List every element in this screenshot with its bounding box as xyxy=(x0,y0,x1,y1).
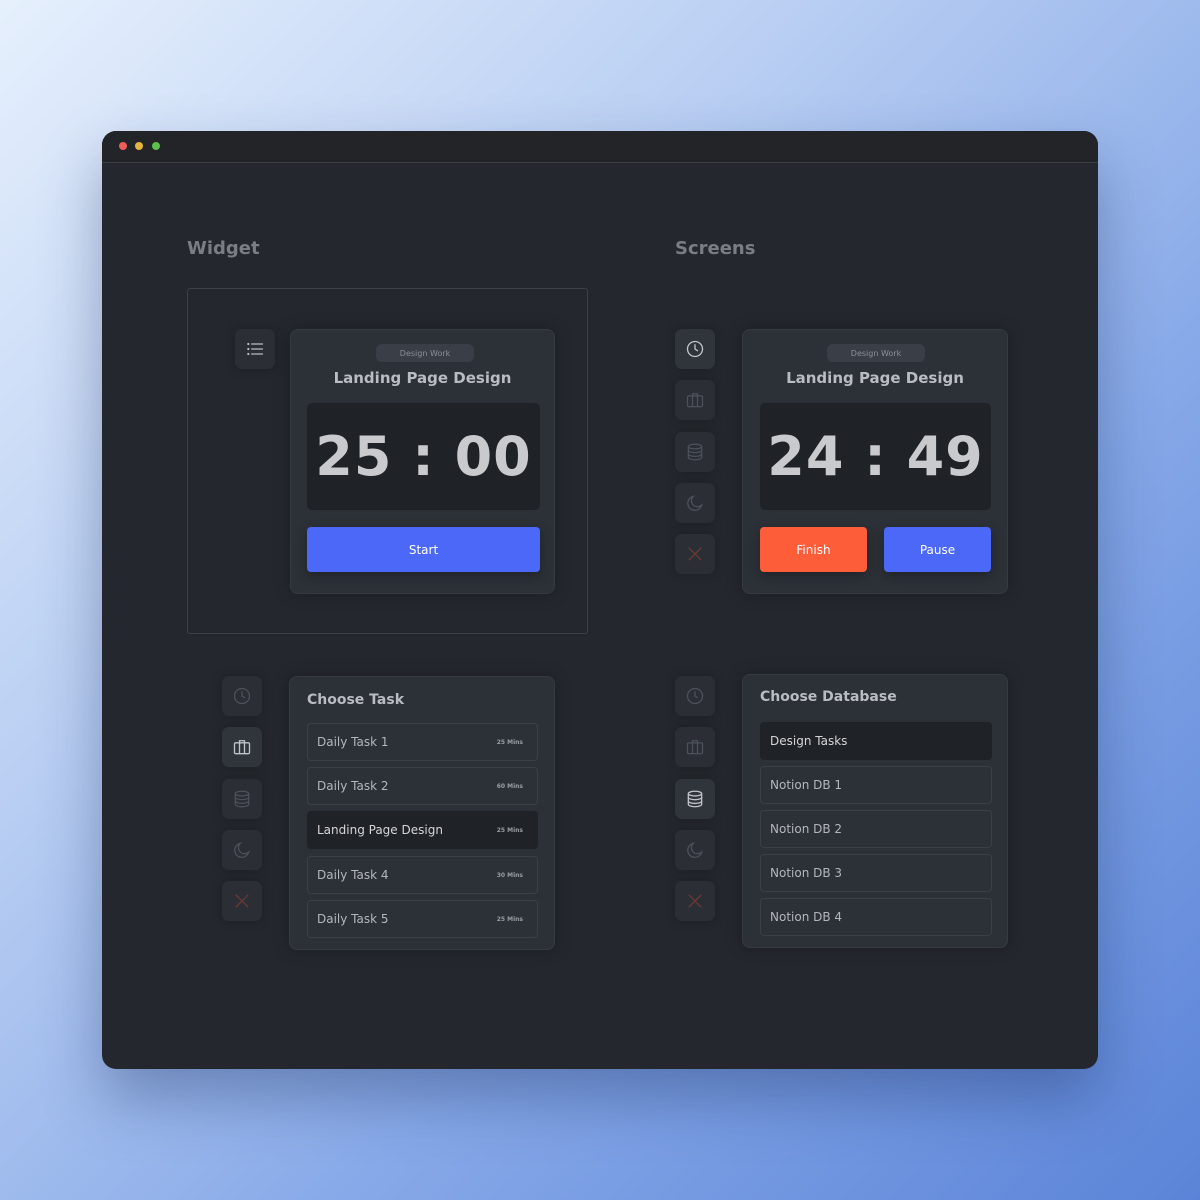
panel-title: Choose Database xyxy=(760,689,897,705)
title-bar xyxy=(102,131,1098,163)
task-item[interactable]: Daily Task 1 25 Mins xyxy=(307,723,538,761)
database-label: Design Tasks xyxy=(770,734,848,748)
screens-section-title: Screens xyxy=(675,238,756,259)
minimize-window-button[interactable] xyxy=(135,142,143,150)
sidebar-tasks-button[interactable] xyxy=(675,380,715,420)
sidebar-theme-button[interactable] xyxy=(675,830,715,870)
task-item[interactable]: Daily Task 5 25 Mins xyxy=(307,900,538,938)
briefcase-icon xyxy=(686,740,704,755)
task-label: Daily Task 2 xyxy=(317,779,389,793)
sidebar-tasks-button[interactable] xyxy=(222,727,262,767)
close-icon xyxy=(688,894,702,908)
sidebar-tasks-button[interactable] xyxy=(675,727,715,767)
database-item[interactable]: Notion DB 4 xyxy=(760,898,992,936)
task-duration: 25 Mins xyxy=(496,826,523,834)
task-item-selected[interactable]: Landing Page Design 25 Mins xyxy=(307,811,538,849)
timer-display: 25 : 00 xyxy=(307,403,540,510)
task-label: Daily Task 4 xyxy=(317,868,389,882)
database-label: Notion DB 1 xyxy=(770,778,843,792)
choose-task-panel: Choose Task Daily Task 1 25 Mins Daily T… xyxy=(289,676,555,950)
timer-display: 24 : 49 xyxy=(760,403,991,510)
sidebar-theme-button[interactable] xyxy=(222,830,262,870)
task-duration: 60 Mins xyxy=(496,782,523,790)
sidebar-close-button[interactable] xyxy=(222,881,262,921)
sidebar-database-button[interactable] xyxy=(675,432,715,472)
task-item[interactable]: Daily Task 2 60 Mins xyxy=(307,767,538,805)
maximize-window-button[interactable] xyxy=(152,142,160,150)
moon-icon xyxy=(687,842,703,858)
moon-icon xyxy=(687,495,703,511)
sidebar-theme-button[interactable] xyxy=(675,483,715,523)
sidebar-timer-button[interactable] xyxy=(222,676,262,716)
task-item[interactable]: Daily Task 4 30 Mins xyxy=(307,856,538,894)
close-icon xyxy=(688,547,702,561)
screen-timer-card: Design Work Landing Page Design 24 : 49 … xyxy=(742,329,1008,594)
database-item[interactable]: Notion DB 2 xyxy=(760,810,992,848)
task-label: Daily Task 5 xyxy=(317,912,389,926)
database-icon xyxy=(687,790,703,808)
widget-section-title: Widget xyxy=(187,238,260,259)
sidebar-close-button[interactable] xyxy=(675,881,715,921)
database-item[interactable]: Notion DB 3 xyxy=(760,854,992,892)
database-label: Notion DB 4 xyxy=(770,910,843,924)
briefcase-icon xyxy=(686,393,704,408)
app-window: Widget Screens Design Work Landing Page … xyxy=(102,131,1098,1069)
category-pill: Design Work xyxy=(827,344,925,362)
sidebar-timer-button[interactable] xyxy=(675,329,715,369)
task-label: Daily Task 1 xyxy=(317,735,389,749)
widget-timer-card: Design Work Landing Page Design 25 : 00 … xyxy=(290,329,555,594)
close-window-button[interactable] xyxy=(119,142,127,150)
start-button[interactable]: Start xyxy=(307,527,540,572)
sidebar-database-button[interactable] xyxy=(675,779,715,819)
task-title: Landing Page Design xyxy=(333,369,512,387)
pause-button[interactable]: Pause xyxy=(884,527,991,572)
choose-database-panel: Choose Database Design Tasks Notion DB 1… xyxy=(742,674,1008,948)
task-duration: 25 Mins xyxy=(496,915,523,923)
task-label: Landing Page Design xyxy=(317,823,443,837)
close-icon xyxy=(235,894,249,908)
database-item[interactable]: Notion DB 1 xyxy=(760,766,992,804)
briefcase-icon xyxy=(233,740,251,755)
database-icon xyxy=(687,443,703,461)
finish-button[interactable]: Finish xyxy=(760,527,867,572)
menu-icon xyxy=(247,342,264,356)
task-duration: 30 Mins xyxy=(496,871,523,879)
sidebar-close-button[interactable] xyxy=(675,534,715,574)
category-pill: Design Work xyxy=(376,344,474,362)
task-title: Landing Page Design xyxy=(786,369,964,387)
clock-icon xyxy=(686,687,704,705)
clock-icon xyxy=(686,340,704,358)
database-icon xyxy=(234,790,250,808)
menu-button[interactable] xyxy=(235,329,275,369)
task-duration: 25 Mins xyxy=(496,738,523,746)
database-label: Notion DB 2 xyxy=(770,822,843,836)
sidebar-database-button[interactable] xyxy=(222,779,262,819)
clock-icon xyxy=(233,687,251,705)
moon-icon xyxy=(234,842,250,858)
database-label: Notion DB 3 xyxy=(770,866,843,880)
panel-title: Choose Task xyxy=(307,692,405,708)
database-item-selected[interactable]: Design Tasks xyxy=(760,722,992,760)
sidebar-timer-button[interactable] xyxy=(675,676,715,716)
